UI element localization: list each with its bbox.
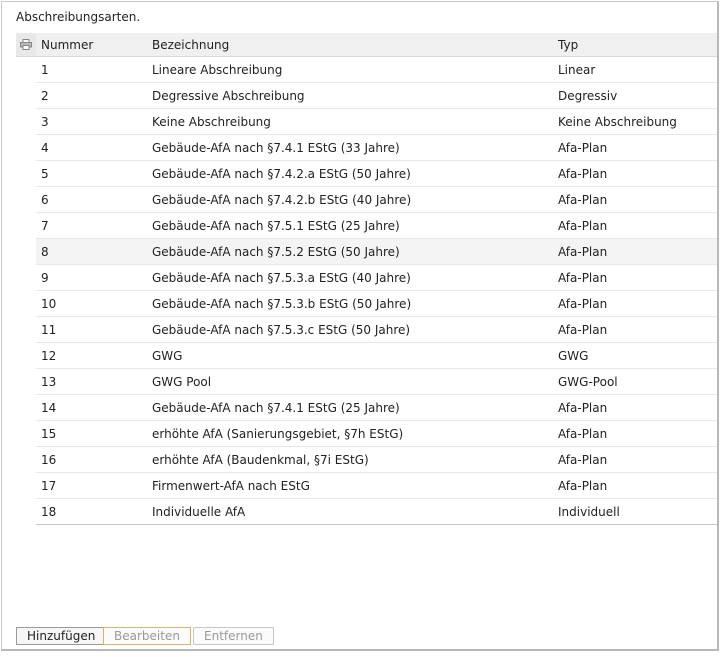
cell-typ: GWG bbox=[558, 348, 589, 363]
page-title: Abschreibungsarten. bbox=[16, 10, 141, 24]
table-row[interactable]: 5 Gebäude-AfA nach §7.4.2.a EStG (50 Jahr… bbox=[36, 161, 717, 187]
table-row[interactable]: 1 Lineare Abschreibung Linear bbox=[36, 57, 717, 83]
cell-bezeichnung: erhöhte AfA (Baudenkmal, §7i EStG) bbox=[152, 452, 369, 467]
cell-bezeichnung: Individuelle AfA bbox=[152, 504, 246, 519]
cell-nummer: 15 bbox=[41, 426, 57, 441]
cell-bezeichnung: Gebäude-AfA nach §7.5.3.b EStG (50 Jahre… bbox=[152, 296, 412, 311]
cell-bezeichnung: Gebäude-AfA nach §7.5.3.c EStG (50 Jahre… bbox=[152, 322, 411, 337]
cell-bezeichnung: Gebäude-AfA nach §7.4.2.b EStG (40 Jahre… bbox=[152, 192, 412, 207]
column-header-bezeichnung[interactable]: Bezeichnung bbox=[152, 38, 558, 52]
cell-typ: Afa-Plan bbox=[558, 452, 608, 467]
cell-nummer: 17 bbox=[41, 478, 57, 493]
remove-button[interactable]: Entfernen bbox=[193, 627, 274, 645]
cell-nummer: 18 bbox=[41, 504, 57, 519]
cell-typ: Afa-Plan bbox=[558, 400, 608, 415]
cell-bezeichnung: Gebäude-AfA nach §7.5.3.a EStG (40 Jahre… bbox=[152, 270, 411, 285]
cell-bezeichnung: Gebäude-AfA nach §7.4.2.a EStG (50 Jahre… bbox=[152, 166, 411, 181]
edit-button[interactable]: Bearbeiten bbox=[103, 627, 191, 645]
cell-nummer: 4 bbox=[41, 140, 49, 155]
cell-bezeichnung: Gebäude-AfA nach §7.4.1 EStG (25 Jahre) bbox=[152, 400, 400, 415]
cell-nummer: 14 bbox=[41, 400, 57, 415]
table-row[interactable]: 15 erhöhte AfA (Sanierungsgebiet, §7h ESt… bbox=[36, 421, 717, 447]
cell-typ: Afa-Plan bbox=[558, 478, 608, 493]
cell-typ: Afa-Plan bbox=[558, 140, 608, 155]
cell-typ: Keine Abschreibung bbox=[558, 114, 677, 129]
cell-typ: GWG-Pool bbox=[558, 374, 618, 389]
cell-nummer: 6 bbox=[41, 192, 49, 207]
cell-nummer: 3 bbox=[41, 114, 49, 129]
cell-bezeichnung: GWG Pool bbox=[152, 374, 212, 389]
table-row[interactable]: 4 Gebäude-AfA nach §7.4.1 EStG (33 Jahre)… bbox=[36, 135, 717, 161]
table-row[interactable]: 17 Firmenwert-AfA nach EStG Afa-Plan bbox=[36, 473, 717, 499]
table-row[interactable]: 14 Gebäude-AfA nach §7.4.1 EStG (25 Jahre… bbox=[36, 395, 717, 421]
cell-bezeichnung: Keine Abschreibung bbox=[152, 114, 271, 129]
table-row[interactable]: 18 Individuelle AfA Individuell bbox=[36, 499, 717, 525]
cell-typ: Linear bbox=[558, 62, 596, 77]
table-row[interactable]: 2 Degressive Abschreibung Degressiv bbox=[36, 83, 717, 109]
cell-nummer: 1 bbox=[41, 62, 49, 77]
cell-typ: Afa-Plan bbox=[558, 426, 608, 441]
cell-nummer: 16 bbox=[41, 452, 57, 467]
add-button[interactable]: Hinzufügen bbox=[16, 627, 107, 645]
table-row[interactable]: 9 Gebäude-AfA nach §7.5.3.a EStG (40 Jahr… bbox=[36, 265, 717, 291]
cell-typ: Degressiv bbox=[558, 88, 618, 103]
table-header: Nummer Bezeichnung Typ bbox=[16, 33, 717, 57]
table-row[interactable]: 11 Gebäude-AfA nach §7.5.3.c EStG (50 Jah… bbox=[36, 317, 717, 343]
cell-bezeichnung: Gebäude-AfA nach §7.4.1 EStG (33 Jahre) bbox=[152, 140, 400, 155]
cell-typ: Afa-Plan bbox=[558, 296, 608, 311]
table-row[interactable]: 3 Keine Abschreibung Keine Abschreibung bbox=[36, 109, 717, 135]
column-header-typ[interactable]: Typ bbox=[558, 38, 717, 52]
cell-bezeichnung: Degressive Abschreibung bbox=[152, 88, 305, 103]
table-row[interactable]: 6 Gebäude-AfA nach §7.4.2.b EStG (40 Jahr… bbox=[36, 187, 717, 213]
table-row[interactable]: 8 Gebäude-AfA nach §7.5.2 EStG (50 Jahre)… bbox=[36, 239, 717, 265]
cell-typ: Afa-Plan bbox=[558, 244, 608, 259]
cell-nummer: 13 bbox=[41, 374, 57, 389]
table-row[interactable]: 7 Gebäude-AfA nach §7.5.1 EStG (25 Jahre)… bbox=[36, 213, 717, 239]
cell-bezeichnung: GWG bbox=[152, 348, 183, 363]
cell-bezeichnung: Lineare Abschreibung bbox=[152, 62, 283, 77]
cell-typ: Afa-Plan bbox=[558, 192, 608, 207]
table-row[interactable]: 12 GWG GWG bbox=[36, 343, 717, 369]
table-body: 1 Lineare Abschreibung Linear 2 Degressive A… bbox=[16, 57, 717, 525]
cell-typ: Afa-Plan bbox=[558, 270, 608, 285]
cell-typ: Individuell bbox=[558, 504, 620, 519]
depreciation-types-table: Nummer Bezeichnung Typ 1 Lineare Abschrei… bbox=[16, 33, 717, 525]
cell-bezeichnung: Gebäude-AfA nach §7.5.2 EStG (50 Jahre) bbox=[152, 244, 400, 259]
cell-bezeichnung: Gebäude-AfA nach §7.5.1 EStG (25 Jahre) bbox=[152, 218, 400, 233]
cell-nummer: 2 bbox=[41, 88, 49, 103]
cell-nummer: 9 bbox=[41, 270, 49, 285]
cell-typ: Afa-Plan bbox=[558, 218, 608, 233]
cell-bezeichnung: erhöhte AfA (Sanierungsgebiet, §7h EStG) bbox=[152, 426, 404, 441]
cell-nummer: 5 bbox=[41, 166, 49, 181]
table-row[interactable]: 16 erhöhte AfA (Baudenkmal, §7i EStG) Afa-… bbox=[36, 447, 717, 473]
print-icon[interactable] bbox=[16, 33, 36, 56]
cell-typ: Afa-Plan bbox=[558, 166, 608, 181]
cell-nummer: 11 bbox=[41, 322, 57, 337]
table-row[interactable]: 10 Gebäude-AfA nach §7.5.3.b EStG (50 Jah… bbox=[36, 291, 717, 317]
cell-typ: Afa-Plan bbox=[558, 322, 608, 337]
cell-nummer: 7 bbox=[41, 218, 49, 233]
cell-nummer: 12 bbox=[41, 348, 57, 363]
cell-bezeichnung: Firmenwert-AfA nach EStG bbox=[152, 478, 310, 493]
table-row[interactable]: 13 GWG Pool GWG-Pool bbox=[36, 369, 717, 395]
column-header-nummer[interactable]: Nummer bbox=[36, 38, 152, 52]
cell-nummer: 10 bbox=[41, 296, 57, 311]
cell-nummer: 8 bbox=[41, 244, 49, 259]
